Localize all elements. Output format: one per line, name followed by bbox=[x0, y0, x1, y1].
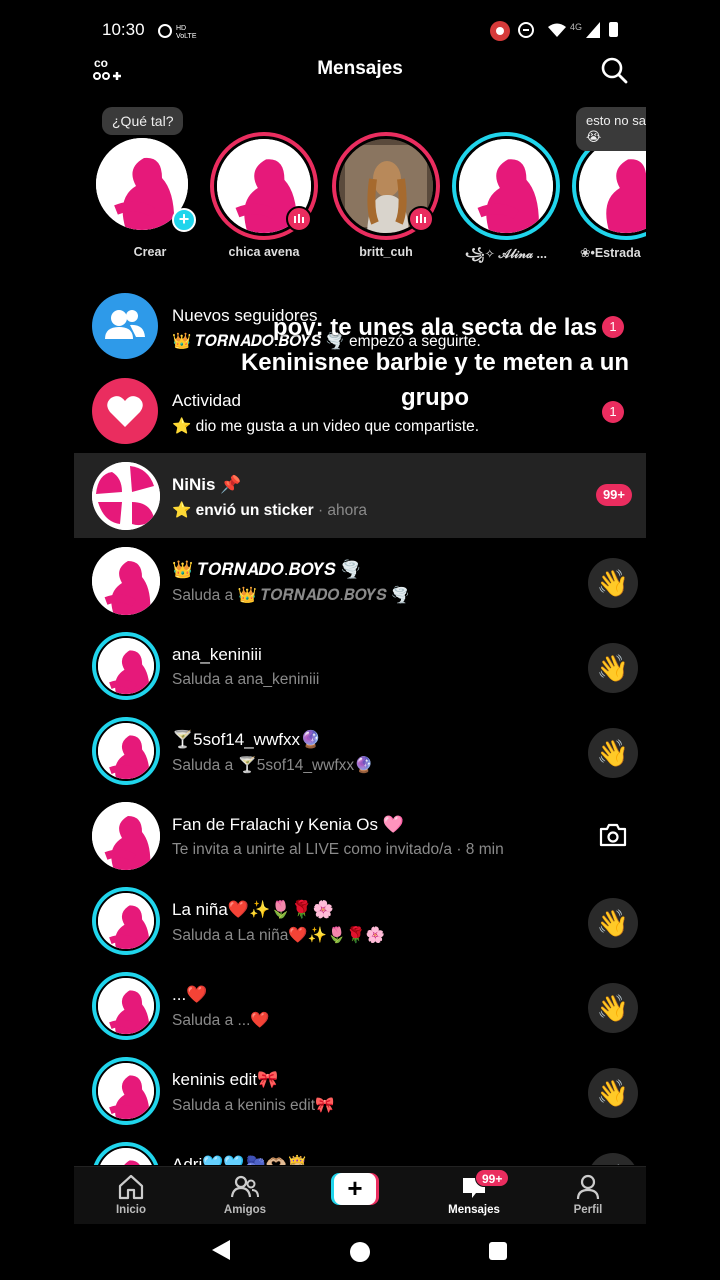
page-title: Mensajes bbox=[317, 58, 403, 79]
chat-message: Saluda a keninis edit🎀 bbox=[172, 1097, 335, 1114]
followers-icon bbox=[92, 293, 158, 359]
story-item[interactable]: ❀•Estrada bbox=[558, 132, 646, 262]
bottom-tab-bar: Inicio Amigos + 99+ Mensajes Perfil bbox=[74, 1166, 646, 1224]
avatar bbox=[92, 717, 160, 785]
chat-row[interactable]: keninis edit🎀 Saluda a keninis edit🎀 👋 bbox=[74, 1048, 646, 1133]
chat-row-ninis[interactable]: NiNis 📌 ⭐ envió un sticker · ahora 99+ bbox=[74, 453, 646, 538]
tab-label: Perfil bbox=[573, 1204, 603, 1216]
avatar bbox=[92, 887, 160, 955]
status-time: 10:30 bbox=[102, 20, 145, 39]
tab-inbox[interactable]: 99+ Mensajes bbox=[417, 1167, 531, 1225]
chat-name: 👑 𝑻𝑶𝑹𝑵𝑨𝑫𝑶.𝑩𝑶𝒀𝑺 🌪️ bbox=[172, 560, 362, 579]
story-note-bubble[interactable]: esto no sa bien😭 bbox=[576, 107, 646, 151]
chat-message: Saluda a ana_keniniii bbox=[172, 671, 320, 688]
system-nav-bar bbox=[0, 1224, 720, 1280]
search-icon[interactable] bbox=[600, 56, 628, 84]
chat-message: Saluda a ...❤️ bbox=[172, 1012, 270, 1029]
chat-name: NiNis 📌 bbox=[172, 475, 242, 494]
tab-label: Inicio bbox=[115, 1204, 147, 1216]
chat-row[interactable]: 👑 𝑻𝑶𝑹𝑵𝑨𝑫𝑶.𝑩𝑶𝒀𝑺 🌪️ Saluda a 👑 𝑻𝑶𝑹𝑵𝑨𝑫𝑶.𝑩𝑶𝒀… bbox=[74, 538, 646, 623]
avatar bbox=[92, 1057, 160, 1125]
chat-message: Saluda a 👑 𝑻𝑶𝑹𝑵𝑨𝑫𝑶.𝑩𝑶𝒀𝑺 🌪️ bbox=[172, 587, 411, 604]
story-note-bubble[interactable]: ¿Qué tal? bbox=[102, 107, 184, 135]
chat-message: Saluda a 🍸5sof14_wwfxx🔮 bbox=[172, 757, 374, 774]
chat-row[interactable]: ...❤️ Saluda a ...❤️ 👋 bbox=[74, 963, 646, 1048]
wave-button[interactable]: 👋 bbox=[588, 558, 638, 608]
chat-name: Fan de Fralachi y Kenia Os 🩷 bbox=[172, 815, 404, 834]
add-story-icon[interactable]: + bbox=[172, 208, 196, 232]
wifi-icon bbox=[548, 23, 566, 37]
story-name: chica avena bbox=[228, 245, 300, 259]
story-name: ❀•Estrada bbox=[580, 246, 641, 260]
home-icon bbox=[118, 1174, 144, 1200]
story-item[interactable]: britt_cuh bbox=[318, 132, 440, 262]
story-name: britt_cuh bbox=[359, 245, 413, 259]
cast-icon bbox=[158, 24, 172, 38]
do-not-disturb-icon bbox=[518, 22, 534, 38]
story-item[interactable]: chica avena bbox=[196, 132, 318, 262]
heart-icon bbox=[92, 378, 158, 444]
tab-label: Amigos bbox=[223, 1204, 267, 1216]
row-subtitle: ⭐ dio me gusta a un video que compartist… bbox=[172, 418, 480, 435]
avatar bbox=[92, 1142, 160, 1165]
chat-name: 🍸5sof14_wwfxx🔮 bbox=[172, 730, 322, 749]
chat-message: Saluda a La niña❤️✨🌷🌹🌸 bbox=[172, 927, 385, 944]
chat-row[interactable]: Fan de Fralachi y Kenia Os 🩷 Te invita a… bbox=[74, 793, 646, 878]
chat-name: Adri🩵🩵🫐🫶🏼👸🏼 bbox=[172, 1155, 309, 1165]
signal-icon bbox=[586, 22, 600, 38]
top-bar: co Mensajes bbox=[74, 46, 646, 94]
chat-name: ana_keniniii bbox=[172, 645, 262, 664]
home-button-icon[interactable] bbox=[350, 1242, 370, 1262]
tab-home[interactable]: Inicio bbox=[74, 1167, 188, 1225]
avatar bbox=[92, 972, 160, 1040]
wave-button[interactable]: 👋 bbox=[588, 898, 638, 948]
tab-create[interactable]: + bbox=[303, 1167, 417, 1225]
chat-row[interactable]: ana_keniniii Saluda a ana_keniniii 👋 bbox=[74, 623, 646, 708]
inbox-badge: 99+ bbox=[475, 1169, 510, 1187]
avatar bbox=[92, 802, 160, 870]
wave-button[interactable]: 👋 bbox=[588, 728, 638, 778]
avatar bbox=[456, 136, 556, 236]
live-badge-icon bbox=[286, 206, 312, 232]
chat-row[interactable]: La niña❤️✨🌷🌹🌸 Saluda a La niña❤️✨🌷🌹🌸 👋 bbox=[74, 878, 646, 963]
back-icon[interactable] bbox=[212, 1240, 230, 1260]
chat-time: · ahora bbox=[317, 502, 368, 519]
story-name: ꧁✧ 𝒜𝓁𝒾𝓃𝒶 ... bbox=[465, 247, 547, 261]
wave-button[interactable]: 👋 bbox=[588, 1068, 638, 1118]
chat-row[interactable]: 🍸5sof14_wwfxx🔮 Saluda a 🍸5sof14_wwfxx🔮 👋 bbox=[74, 708, 646, 793]
recents-icon[interactable] bbox=[489, 1242, 507, 1260]
battery-icon bbox=[609, 22, 618, 37]
profile-icon bbox=[576, 1174, 600, 1200]
chat-row[interactable]: Adri🩵🩵🫐🫶🏼👸🏼 👋 bbox=[74, 1133, 646, 1165]
chat-message: ⭐ envió un sticker · ahora bbox=[172, 501, 367, 520]
chat-name: ...❤️ bbox=[172, 985, 208, 1004]
tab-label: Mensajes bbox=[448, 1204, 500, 1216]
chat-message: Te invita a unirte al LIVE como invitado… bbox=[172, 841, 504, 858]
avatar bbox=[92, 547, 160, 615]
chat-name: La niña❤️✨🌷🌹🌸 bbox=[172, 900, 334, 919]
unread-count-badge: 99+ bbox=[595, 484, 632, 506]
network-type-label: 4G bbox=[570, 22, 583, 32]
group-avatar bbox=[92, 462, 160, 530]
chat-name: keninis edit🎀 bbox=[172, 1070, 279, 1089]
story-create[interactable]: + Crear bbox=[82, 132, 202, 262]
wave-button[interactable]: 👋 bbox=[588, 643, 638, 693]
tab-friends[interactable]: Amigos bbox=[188, 1167, 302, 1225]
stories-row: + Crear ¿Qué tal? chica avena britt_cuh … bbox=[74, 100, 646, 270]
live-badge-icon bbox=[408, 206, 434, 232]
video-caption-overlay: pov: te unes ala secta de las Keninisnee… bbox=[240, 314, 630, 411]
friends-icon bbox=[231, 1175, 259, 1198]
chat-message-text: ⭐ envió un sticker bbox=[172, 502, 314, 519]
avatar bbox=[92, 632, 160, 700]
screen-record-icon bbox=[490, 21, 510, 41]
create-plus-icon[interactable]: + bbox=[331, 1173, 379, 1205]
wave-button[interactable]: 👋 bbox=[588, 983, 638, 1033]
tab-profile[interactable]: Perfil bbox=[531, 1167, 645, 1225]
camera-icon[interactable] bbox=[598, 823, 628, 847]
wave-button[interactable]: 👋 bbox=[588, 1153, 638, 1165]
story-item[interactable]: ꧁✧ 𝒜𝓁𝒾𝓃𝒶 ... bbox=[438, 132, 560, 262]
volte-label: HD VoLTE bbox=[176, 25, 197, 40]
